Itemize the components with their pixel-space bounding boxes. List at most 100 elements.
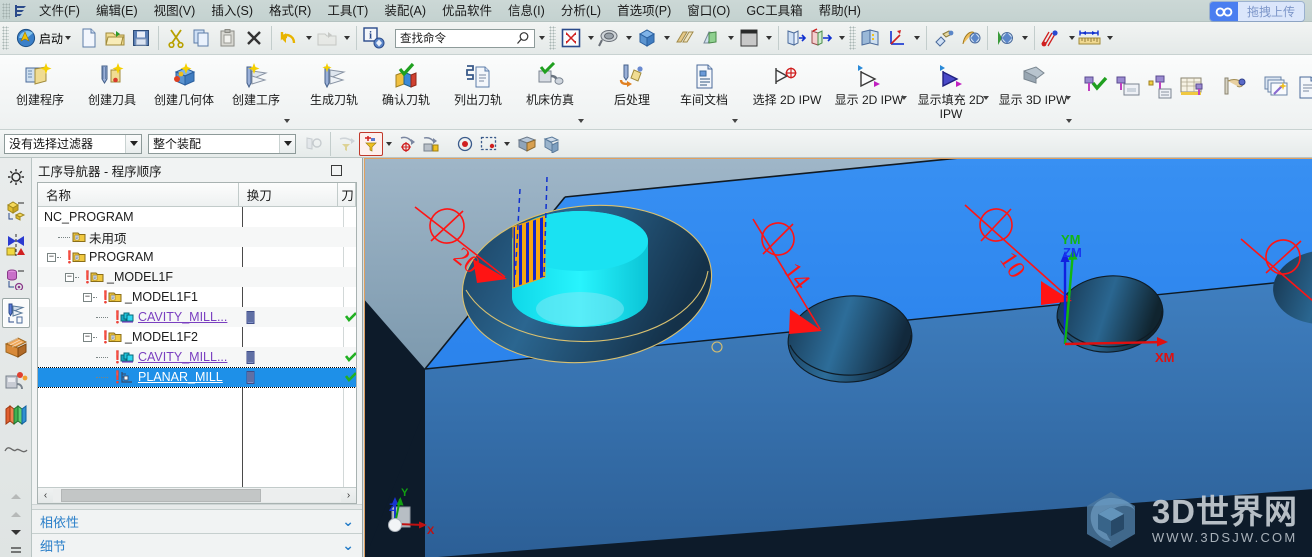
show-filled-2d-ipw-button[interactable]: 显示填充 2D IPW	[910, 55, 992, 122]
style-button[interactable]	[672, 25, 698, 51]
deviation-dropdown[interactable]	[1065, 25, 1077, 51]
fit-view-dropdown[interactable]	[584, 25, 596, 51]
tool-verify-button[interactable]	[1080, 67, 1112, 107]
menu-item-view[interactable]: 视图(V)	[146, 1, 204, 21]
general-select-button[interactable]	[359, 131, 392, 156]
assembly-scope-combo[interactable]: 整个装配	[148, 133, 296, 154]
undo-button[interactable]	[276, 25, 302, 51]
paste-button[interactable]	[215, 25, 241, 51]
select-face-button[interactable]	[302, 132, 326, 156]
ipw-group-overflow-caret[interactable]	[1066, 119, 1072, 123]
table-row[interactable]: − ❗ _MODEL1F	[38, 267, 356, 287]
show-2d-ipw-caret[interactable]	[901, 96, 907, 100]
rectangle-select-button[interactable]	[477, 132, 510, 156]
table-row[interactable]: 未用项	[38, 227, 356, 247]
toolbar-grip-2[interactable]	[549, 26, 557, 50]
table-row[interactable]: − ❗ _MODEL1F1	[38, 287, 356, 307]
drag-upload-button[interactable]: 拖拽上传	[1209, 2, 1304, 21]
render-shaded-button[interactable]	[515, 132, 539, 156]
fit-view-button[interactable]	[558, 25, 584, 51]
snap-options-button[interactable]	[419, 132, 443, 156]
menu-item-assemblies[interactable]: 装配(A)	[376, 1, 434, 21]
column-header-change-tool[interactable]: 换刀	[239, 183, 339, 206]
show-3d-ipw-button[interactable]: 显示 3D IPW	[992, 55, 1074, 119]
analysis-button[interactable]	[992, 25, 1018, 51]
menu-item-edit[interactable]: 编辑(E)	[88, 1, 146, 21]
render-style-dropdown[interactable]	[724, 25, 736, 51]
resource-item-history-palette[interactable]	[2, 434, 30, 464]
create-program-button[interactable]: 创建程序	[4, 55, 76, 119]
table-row[interactable]: − ❗ _MODEL1F2	[38, 327, 356, 347]
rotate-button[interactable]	[634, 25, 660, 51]
section-plane-button[interactable]	[809, 25, 835, 51]
tool-display-button[interactable]	[1112, 67, 1144, 107]
shop-documentation-button[interactable]: 车间文档	[668, 55, 740, 119]
section-dependencies[interactable]: 相依性 ⌄	[32, 509, 362, 533]
toolbar-grip-1[interactable]	[2, 26, 9, 50]
menu-item-window[interactable]: 窗口(O)	[679, 1, 738, 21]
undo-dropdown[interactable]	[302, 25, 314, 51]
clamp-button[interactable]	[1218, 67, 1250, 107]
resource-scroll-up[interactable]	[2, 489, 30, 503]
collapse-expander[interactable]: −	[83, 332, 92, 342]
tree-horizontal-scrollbar[interactable]: ‹ ›	[38, 487, 356, 503]
collapse-expander[interactable]: −	[83, 292, 92, 302]
redo-dropdown[interactable]	[340, 25, 352, 51]
wcs-button[interactable]	[884, 25, 910, 51]
zoom-button[interactable]	[596, 25, 622, 51]
snap-point-button[interactable]	[395, 132, 419, 156]
magnifier-icon[interactable]	[516, 31, 530, 45]
collapse-expander[interactable]: −	[65, 272, 74, 282]
chevron-down-icon[interactable]: ⌄	[342, 513, 354, 530]
selection-filter-combo[interactable]: 没有选择过滤器	[4, 133, 142, 154]
generate-toolpath-button[interactable]: 生成刀轨	[298, 55, 370, 119]
menu-item-information[interactable]: 信息(I)	[500, 1, 553, 21]
resource-item-constraint-navigator[interactable]	[2, 230, 30, 260]
menu-item-file[interactable]: 文件(F)	[31, 1, 88, 21]
info-button[interactable]: i	[361, 25, 387, 51]
scroll-left-arrow-icon[interactable]: ‹	[38, 489, 53, 503]
output-group-overflow-caret[interactable]	[732, 119, 738, 123]
menu-item-youpin[interactable]: 优品软件	[434, 1, 500, 21]
resource-item-machining-resource[interactable]	[2, 332, 30, 362]
resource-item-reuse-library[interactable]	[2, 400, 30, 430]
resource-item-feature-navigator[interactable]	[2, 264, 30, 294]
chevron-down-icon[interactable]: ⌄	[342, 537, 354, 554]
tool-list-button[interactable]	[1144, 67, 1176, 107]
chevron-down-icon[interactable]	[386, 141, 392, 146]
machine-simulation-button[interactable]: 机床仿真	[514, 55, 586, 119]
open-button[interactable]	[102, 25, 128, 51]
create-geometry-button[interactable]: 创建几何体	[148, 55, 220, 119]
save-button[interactable]	[128, 25, 154, 51]
new-button[interactable]	[76, 25, 102, 51]
deviation-button[interactable]	[1039, 25, 1065, 51]
section-details[interactable]: 细节 ⌄	[32, 533, 362, 557]
table-row[interactable]: − ❗ PROGRAM	[38, 247, 356, 267]
measure-distance-button[interactable]	[1077, 25, 1103, 51]
create-group-overflow-caret[interactable]	[284, 119, 290, 123]
create-tool-button[interactable]: 创建刀具	[76, 55, 148, 119]
list-toolpath-button[interactable]: 列出刀轨	[442, 55, 514, 119]
copy-button[interactable]	[189, 25, 215, 51]
menu-item-format[interactable]: 格式(R)	[261, 1, 319, 21]
graphics-window[interactable]: 20 14 10 YM ZM XM Y Z X 3D世界网 WWW.3DSJW.…	[364, 158, 1312, 557]
menu-item-insert[interactable]: 插入(S)	[203, 1, 261, 21]
delete-button[interactable]	[241, 25, 267, 51]
redo-button[interactable]	[314, 25, 340, 51]
menu-item-preferences[interactable]: 首选项(P)	[609, 1, 679, 21]
resource-item-part-navigator[interactable]	[2, 196, 30, 226]
clip-button[interactable]	[783, 25, 809, 51]
show-filled-2d-ipw-caret[interactable]	[983, 96, 989, 100]
move-object-button[interactable]	[931, 25, 957, 51]
postprocess-button[interactable]: 后处理	[596, 55, 668, 119]
toolbar-grip-3[interactable]	[849, 26, 857, 50]
filter-down-button[interactable]	[335, 132, 359, 156]
rotate-dropdown[interactable]	[660, 25, 672, 51]
maximize-square-icon[interactable]	[331, 164, 342, 176]
resource-item-assembly-navigator[interactable]	[2, 162, 30, 192]
column-header-name[interactable]: 名称	[38, 183, 239, 206]
create-operation-button[interactable]: 创建工序	[220, 55, 292, 119]
table-row[interactable]: ❗ CAVITY_MILL...	[38, 347, 356, 367]
wcs-dropdown[interactable]	[910, 25, 922, 51]
find-command-input[interactable]: 查找命令	[395, 28, 536, 48]
